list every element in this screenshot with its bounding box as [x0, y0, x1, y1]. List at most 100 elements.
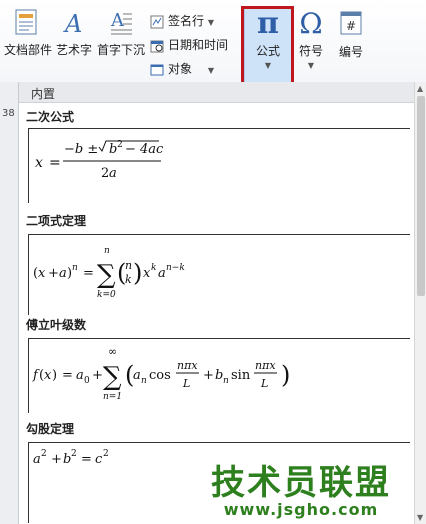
signature-line-label: 签名行	[168, 14, 205, 28]
symbol-button[interactable]: Ω 符号 ▼	[294, 7, 328, 71]
fourier-series: f ( x ) = a 0 + ∞ ∑ n=1 ( a n cos nπx L …	[32, 345, 290, 402]
svg-text:2: 2	[71, 449, 77, 459]
doc-parts-icon	[15, 9, 37, 35]
svg-text:a: a	[59, 266, 67, 281]
svg-text:x: x	[143, 266, 151, 281]
svg-text:nπx: nπx	[255, 359, 276, 372]
svg-text:cos: cos	[149, 368, 171, 383]
watermark-url: www.jsgho.com	[223, 500, 379, 519]
svg-text:− 4ac: − 4ac	[125, 142, 164, 157]
calendar-icon	[150, 40, 164, 52]
section-title-pythagorean: 勾股定理	[26, 422, 75, 436]
svg-text:L: L	[182, 377, 190, 390]
scroll-down-icon[interactable]: ▼	[417, 513, 423, 522]
svg-text:n: n	[223, 376, 229, 386]
svg-text:0: 0	[84, 376, 90, 386]
svg-text:n: n	[104, 246, 110, 256]
svg-text:nπx: nπx	[177, 359, 198, 372]
object-icon	[150, 64, 164, 75]
svg-text:−b ±: −b ±	[64, 142, 98, 157]
svg-text:n: n	[125, 259, 132, 272]
object-label: 对象	[168, 62, 193, 76]
wordart-label: 艺术字	[55, 43, 92, 57]
number-label: 编号	[338, 45, 363, 59]
section-title-quadratic: 二次公式	[26, 110, 75, 124]
svg-text:+: +	[48, 266, 59, 281]
gallery-header-label: 内置	[31, 87, 56, 101]
doc-parts-button[interactable]: 文档部件	[4, 8, 52, 58]
equation-item-fourier[interactable]: f ( x ) = a 0 + ∞ ∑ n=1 ( a n cos nπx L …	[28, 338, 410, 413]
svg-text:#: #	[346, 19, 356, 33]
svg-text:a: a	[109, 166, 117, 181]
section-title-binomial: 二项式定理	[26, 214, 87, 228]
equation-item-binomial[interactable]: ( x + a ) n = n ∑ k=0 ( n k ) x k a n−k	[28, 234, 410, 315]
svg-text:): )	[52, 368, 57, 383]
svg-text:=: =	[83, 266, 94, 281]
svg-text:n: n	[72, 263, 78, 273]
svg-text:x: x	[35, 155, 43, 171]
svg-text:+: +	[92, 368, 103, 383]
site-watermark: 技术员联盟 www.jsgho.com	[196, 455, 406, 519]
svg-text:A: A	[110, 10, 125, 31]
number-icon: #	[340, 11, 362, 35]
gallery-scrollbar[interactable]: ▲ ▼	[414, 82, 426, 524]
object-button[interactable]: 对象 ▼	[150, 60, 214, 77]
svg-text:a: a	[158, 266, 166, 281]
section-title-fourier: 傅立叶级数	[26, 318, 87, 332]
wordart-button[interactable]: A 艺术字	[52, 8, 96, 58]
drop-cap-label: 首字下沉	[96, 43, 145, 57]
date-time-label: 日期和时间	[168, 38, 229, 52]
svg-text:a: a	[133, 368, 141, 383]
svg-text:n: n	[141, 376, 147, 386]
svg-text:∞: ∞	[108, 345, 117, 358]
svg-text:2: 2	[103, 449, 109, 459]
svg-text:c: c	[95, 452, 103, 467]
svg-text:n=1: n=1	[103, 392, 122, 402]
svg-text:x: x	[38, 266, 46, 281]
insert-ribbon: 文档部件 A 艺术字 A 首字下沉 签名行 ▼ 日期和时间 对象 ▼ π 公式 …	[0, 0, 426, 100]
chevron-down-icon: ▼	[207, 66, 214, 75]
svg-text:L: L	[260, 377, 268, 390]
symbol-label: 符号	[298, 44, 323, 58]
ruler-number: 38	[2, 108, 15, 119]
svg-text:k: k	[125, 273, 132, 286]
number-button[interactable]: # 编号	[334, 8, 368, 60]
equation-item-quadratic[interactable]: x = −b ± b 2 − 4ac 2 a	[28, 128, 410, 203]
wordart-icon: A	[63, 10, 82, 38]
scroll-up-icon[interactable]: ▲	[417, 84, 423, 93]
chevron-down-icon: ▼	[207, 18, 214, 27]
chevron-down-icon: ▼	[307, 61, 315, 70]
svg-text:a: a	[76, 368, 84, 383]
gallery-header: 内置	[19, 82, 415, 103]
scroll-thumb[interactable]	[417, 96, 425, 296]
svg-text:=: =	[81, 452, 92, 467]
svg-text:n−k: n−k	[166, 263, 185, 273]
drop-cap-icon: A	[110, 10, 132, 35]
quadratic-formula: x = −b ± b 2 − 4ac 2 a	[35, 140, 164, 181]
binomial-theorem: ( x + a ) n = n ∑ k=0 ( n k ) x k a n−k	[33, 246, 185, 300]
svg-text:=: =	[62, 368, 73, 383]
svg-text:A: A	[63, 10, 82, 36]
document-left-edge	[0, 82, 19, 524]
svg-text:∑: ∑	[103, 362, 122, 392]
signature-line-button[interactable]: 签名行 ▼	[150, 12, 214, 29]
svg-text:+: +	[203, 368, 214, 383]
svg-text:2: 2	[41, 449, 47, 459]
drop-cap-button[interactable]: A 首字下沉	[96, 8, 146, 58]
svg-text:+: +	[51, 452, 62, 467]
svg-text:k=0: k=0	[97, 290, 116, 300]
omega-icon: Ω	[299, 7, 323, 40]
svg-text:∑: ∑	[97, 260, 116, 290]
svg-text:x: x	[44, 368, 52, 383]
svg-text:2: 2	[117, 140, 123, 150]
date-time-button[interactable]: 日期和时间	[150, 36, 228, 53]
pythagorean-theorem: a 2 + b 2 = c 2	[33, 449, 109, 467]
signature-icon	[150, 15, 164, 28]
watermark-text: 技术员联盟	[211, 463, 391, 503]
svg-text:): )	[133, 259, 142, 287]
svg-text:): )	[281, 361, 290, 389]
svg-text:=: =	[49, 155, 61, 171]
svg-text:sin: sin	[231, 368, 251, 383]
svg-text:k: k	[151, 263, 156, 273]
svg-text:a: a	[33, 452, 41, 467]
